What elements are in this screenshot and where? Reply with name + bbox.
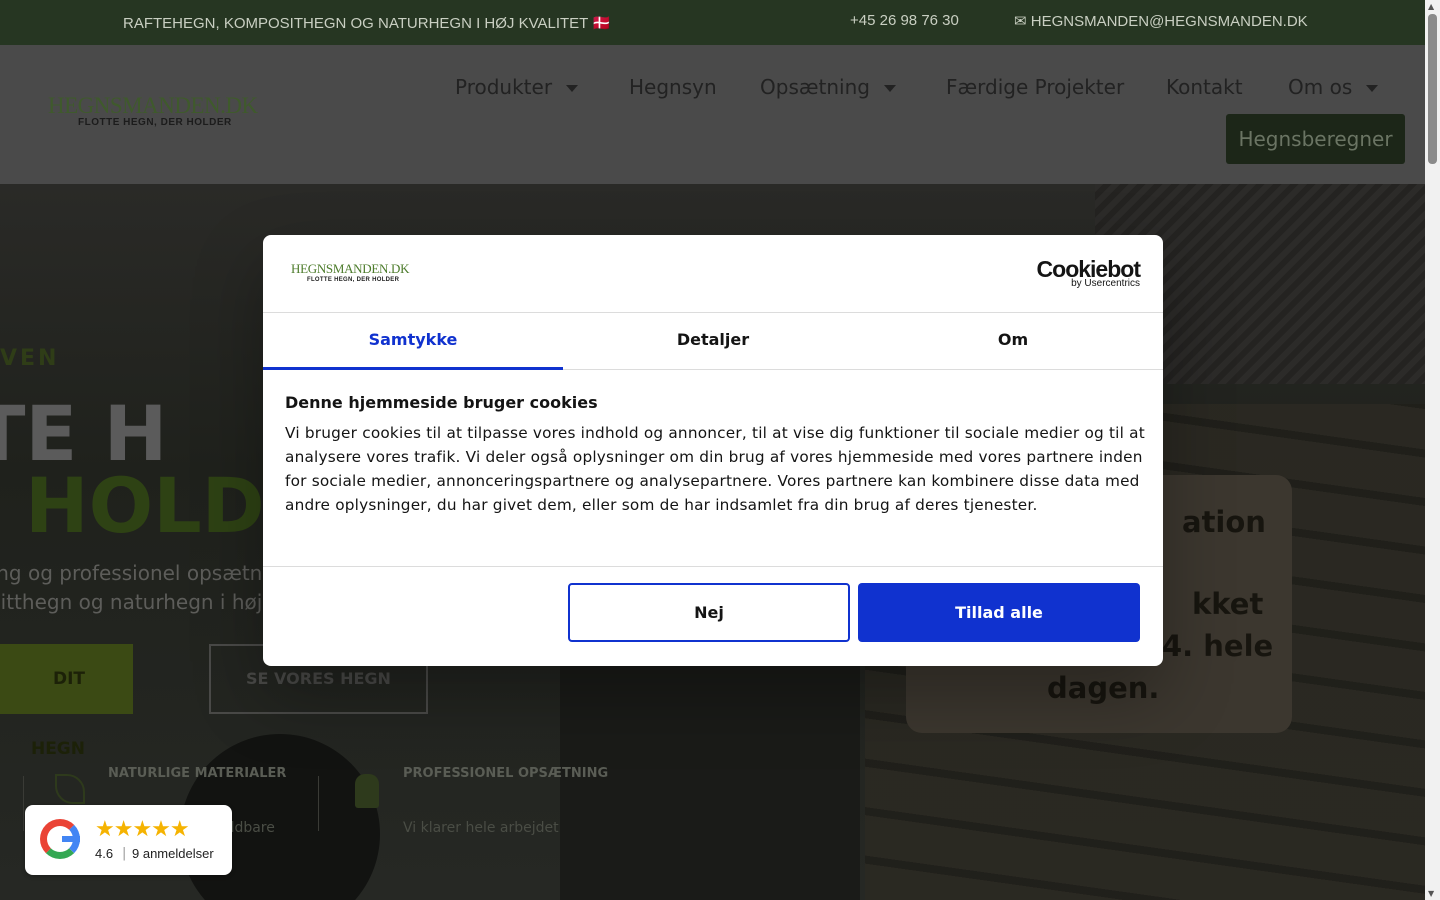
nav-item-label: Hegnsyn	[629, 75, 717, 99]
chevron-down-icon	[1366, 85, 1379, 92]
allow-all-button[interactable]: Tillad alle	[858, 583, 1140, 642]
info-card-line: dagen.	[1047, 671, 1160, 705]
dialog-logo-name: HEGNSMANDEN.DK	[291, 261, 410, 276]
rating-value: 4.6	[95, 846, 114, 861]
dialog-body: Denne hjemmeside bruger cookies Vi bruge…	[285, 393, 1145, 517]
review-count: 9 anmeldelser	[132, 846, 214, 861]
rating-separator: |	[122, 846, 127, 861]
hero-primary-button[interactable]: DIT HEGN	[0, 644, 133, 759]
rating-stars: ★★★★★	[95, 817, 190, 842]
top-bar-phone-link[interactable]: +45 26 98 76 30	[850, 12, 959, 29]
nav-item-label: Opsætning	[760, 75, 870, 99]
scroll-down-icon[interactable]: ▼	[1428, 889, 1434, 898]
nav-item-opsaetning[interactable]: Opsætning	[760, 75, 896, 99]
page-scrollbar[interactable]: ▲ ▼	[1425, 0, 1440, 900]
site-logo[interactable]: HEGNSMANDEN.DK FLOTTE HEGN, DER HOLDER	[48, 93, 258, 128]
dialog-site-logo: HEGNSMANDEN.DK FLOTTE HEGN, DER HOLDER	[291, 261, 410, 283]
nav-item-label: Produkter	[455, 75, 553, 99]
info-card-line: 4. hele	[1162, 629, 1274, 663]
google-logo-icon	[40, 819, 80, 859]
nav-item-produkter[interactable]: Produkter	[455, 75, 579, 99]
top-bar-email-link[interactable]: ✉ HEGNSMANDEN@HEGNSMANDEN.DK	[1014, 12, 1308, 30]
nav-item-hegnsyn[interactable]: Hegnsyn	[629, 75, 717, 99]
scroll-up-icon[interactable]: ▲	[1428, 2, 1434, 11]
chevron-down-icon	[566, 85, 579, 92]
site-logo-name: HEGNSMANDEN.DK	[48, 93, 258, 118]
dialog-text: Vi bruger cookies til at tilpasse vores …	[285, 424, 1145, 514]
google-reviews-badge[interactable]: ★★★★★ 4.6 | 9 anmeldelser	[25, 805, 232, 875]
chevron-down-icon	[883, 85, 896, 92]
hero-kicker: VEN	[0, 346, 60, 371]
hero-description: ning og professionel opsætn ositthegn og…	[0, 559, 262, 617]
feature-title-installation: PROFESSIONEL OPSÆTNING	[403, 766, 609, 781]
nav-item-label: Kontakt	[1166, 75, 1243, 99]
nav-item-label: Om os	[1288, 75, 1353, 99]
dialog-title: Denne hjemmeside bruger cookies	[285, 393, 598, 412]
feature-text-installation: Vi klarer hele arbejdet	[403, 820, 559, 836]
fence-calculator-button[interactable]: Hegnsberegner	[1226, 114, 1405, 164]
site-header: HEGNSMANDEN.DK FLOTTE HEGN, DER HOLDER P…	[0, 45, 1425, 184]
dialog-footer: Nej Tillad alle	[263, 566, 1163, 666]
cookie-consent-dialog: HEGNSMANDEN.DK FLOTTE HEGN, DER HOLDER C…	[263, 235, 1163, 666]
worker-icon	[355, 774, 379, 808]
tab-om[interactable]: Om	[863, 313, 1163, 370]
tab-samtykke[interactable]: Samtykke	[263, 313, 563, 370]
nav-item-label: Færdige Projekter	[946, 75, 1125, 99]
cookiebot-logo[interactable]: Cookiebot by Usercentrics	[1037, 257, 1141, 289]
tab-detaljer[interactable]: Detaljer	[563, 313, 863, 370]
info-card-line: kket	[1192, 587, 1264, 621]
top-bar: RAFTEHEGN, KOMPOSITHEGN OG NATURHEGN I H…	[0, 0, 1425, 45]
info-card-line: ation	[1182, 505, 1266, 539]
nav-item-faerdige-projekter[interactable]: Færdige Projekter	[946, 75, 1124, 99]
hero-description-line1: ning og professionel opsætn	[0, 561, 263, 585]
feature-divider	[23, 776, 24, 831]
hero-heading-line2: R HOLD	[0, 461, 265, 550]
scrollbar-thumb[interactable]	[1428, 14, 1437, 164]
nav-item-om-os[interactable]: Om os	[1288, 75, 1379, 99]
dialog-tabs: Samtykke Detaljer Om	[263, 312, 1163, 370]
site-logo-tagline: FLOTTE HEGN, DER HOLDER	[78, 117, 232, 128]
nav-item-kontakt[interactable]: Kontakt	[1166, 75, 1243, 99]
top-bar-tagline: RAFTEHEGN, KOMPOSITHEGN OG NATURHEGN I H…	[123, 15, 611, 32]
dialog-logo-tagline: FLOTTE HEGN, DER HOLDER	[307, 277, 400, 283]
feature-title-materials: NATURLIGE MATERIALER	[108, 766, 287, 781]
feature-divider	[318, 776, 319, 831]
deny-button[interactable]: Nej	[568, 583, 850, 642]
hero-description-line2: ositthegn og naturhegn i høj	[0, 590, 263, 614]
